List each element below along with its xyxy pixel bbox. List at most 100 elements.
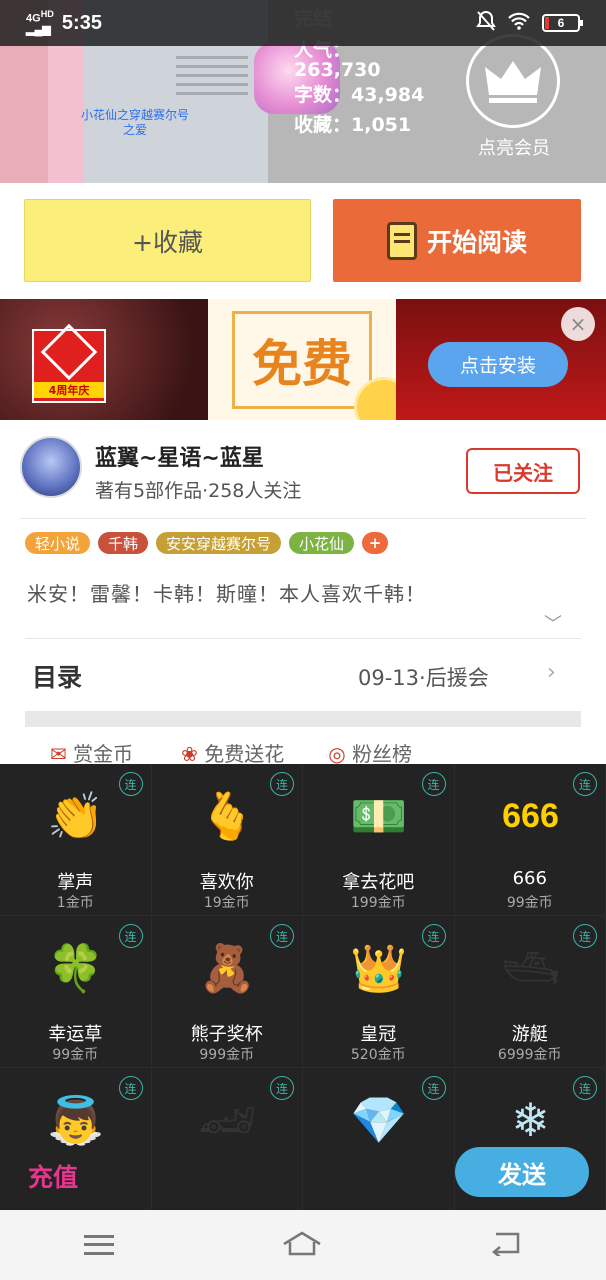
bear-trophy-icon: 🧸: [198, 940, 257, 995]
gift-item[interactable]: 连 💎: [303, 1068, 455, 1210]
gift-price: 520金币: [350, 1047, 406, 1063]
reward-label: 赏金币: [73, 742, 134, 766]
combo-badge: 连: [118, 924, 143, 948]
combo-badge: 连: [573, 1076, 597, 1100]
ad-install-button[interactable]: 点击安装: [428, 342, 568, 387]
author-stats: 著有5部作品·258人关注: [95, 480, 302, 502]
signal-icon: 4GHD ▂▄▆: [26, 9, 54, 36]
clover-icon: 🍀: [47, 940, 105, 995]
tag-seer-crossover[interactable]: 安安穿越赛尔号: [156, 532, 282, 554]
send-gift-button[interactable]: 发送: [455, 1147, 589, 1197]
applause-icon: 👏: [47, 788, 105, 843]
fans-rank-label: 粉丝榜: [352, 742, 413, 766]
popularity-value: 263,730: [294, 59, 381, 81]
vip-label: 点亮会员: [478, 138, 550, 159]
gift-name: 皇冠: [360, 1024, 397, 1045]
gift-item[interactable]: 连 🛥 游艇 6999金币: [454, 916, 606, 1068]
menu-icon[interactable]: [84, 1235, 114, 1255]
author-avatar[interactable]: [20, 436, 82, 498]
envelope-icon: ✉: [50, 742, 74, 766]
network-type: 4G: [26, 12, 41, 25]
gift-name: 熊子奖杯: [190, 1024, 263, 1045]
combo-badge: 连: [270, 1076, 294, 1100]
toc-title[interactable]: 目录: [32, 658, 82, 694]
section-separator: [25, 711, 581, 727]
gift-price: 19金币: [203, 895, 250, 911]
home-icon[interactable]: [282, 1230, 322, 1260]
gift-price: 6999金币: [497, 1047, 562, 1063]
ad-logo: 4周年庆: [32, 323, 106, 403]
cover-text-lines: [176, 56, 248, 101]
ad-logo-label: 4周年庆: [34, 382, 104, 398]
start-reading-button[interactable]: 开始阅读: [333, 199, 581, 282]
combo-badge: 连: [118, 1076, 143, 1100]
gift-price: 199金币: [350, 895, 406, 911]
divider: [20, 518, 586, 519]
add-tag-button[interactable]: +: [362, 532, 389, 554]
combo-badge: 连: [270, 772, 294, 796]
heart-hand-icon: 🫰: [198, 788, 257, 843]
gift-item[interactable]: 连 👏 掌声 1金币: [0, 764, 152, 916]
ad-center-panel: 免费: [208, 299, 414, 420]
tag-flower-fairy[interactable]: 小花仙: [289, 532, 355, 554]
network-sup: HD: [40, 9, 54, 20]
rank-icon: ◎: [328, 742, 353, 766]
mute-bell-icon: [476, 10, 496, 37]
gift-item[interactable]: 连 🏎: [152, 1068, 303, 1210]
gift-price: 1金币: [56, 895, 94, 911]
follow-button[interactable]: 已关注: [466, 448, 580, 494]
cupid-icon: 👼: [47, 1092, 105, 1147]
divider: [25, 638, 581, 639]
collect-button[interactable]: +收藏: [24, 199, 311, 282]
flower-label: 免费送花: [204, 742, 285, 766]
back-icon[interactable]: [490, 1230, 522, 1260]
gift-item[interactable]: 连 👑 皇冠 520金币: [303, 916, 455, 1068]
gift-panel: 连 👏 掌声 1金币 连 🫰 喜欢你 19金币 连 💵 拿去花吧 199金币 连 666 666 99金…: [0, 764, 606, 1210]
ad-banner[interactable]: 4周年庆 免费 点击安装: [0, 299, 606, 420]
system-nav-bar: [0, 1210, 606, 1280]
combo-badge: 连: [573, 924, 597, 948]
crown-icon: [466, 34, 560, 128]
chevron-right-icon[interactable]: ›: [547, 660, 556, 685]
favorite-count: 收藏：1,051: [294, 114, 412, 136]
action-row: +收藏 开始阅读: [0, 183, 606, 299]
gift-name: 幸运草: [48, 1024, 103, 1045]
book-icon: [386, 221, 417, 260]
vip-button[interactable]: 点亮会员: [466, 34, 562, 160]
tag-list: 轻小说 千韩 安安穿越赛尔号 小花仙 +: [25, 532, 389, 554]
tag-light-novel[interactable]: 轻小说: [25, 532, 91, 554]
snow-globe-icon: ❄: [511, 1093, 550, 1147]
toc-latest-chapter[interactable]: 09-13·后援会: [358, 662, 489, 692]
cover-title: 小花仙之穿越赛尔号之爱: [80, 108, 189, 137]
money-icon: 💵: [350, 788, 408, 843]
author-name[interactable]: 蓝翼~星语~蓝星: [95, 440, 264, 472]
gift-price: 99金币: [506, 895, 553, 911]
author-section: 蓝翼~星语~蓝星 著有5部作品·258人关注 已关注 轻小说 千韩 安安穿越赛尔…: [0, 420, 606, 766]
gift-item[interactable]: 连 🧸 熊子奖杯 999金币: [151, 916, 303, 1068]
gift-name: 666: [512, 868, 547, 889]
yacht-icon: 🛥: [501, 940, 560, 995]
book-intro: 米安！雷馨！卡韩！斯曈！本人喜欢千韩！: [27, 582, 426, 606]
flower-icon: ❀: [181, 742, 205, 766]
text-666-icon: 666: [502, 796, 559, 835]
ad-logo-mark-icon: [40, 323, 98, 381]
expand-chevron-icon[interactable]: ﹀: [544, 610, 562, 636]
gift-name: 掌声: [57, 872, 94, 893]
word-count: 字数：43,984: [294, 84, 425, 106]
gift-item[interactable]: 连 🍀 幸运草 99金币: [0, 916, 152, 1068]
gift-item[interactable]: 连 666 666 99金币: [454, 764, 606, 916]
recharge-button[interactable]: 充值: [28, 1158, 78, 1194]
combo-badge: 连: [421, 924, 446, 948]
tag-qianhan[interactable]: 千韩: [98, 532, 149, 554]
gift-item[interactable]: 连 💵 拿去花吧 199金币: [303, 764, 455, 916]
battery-level: 6: [557, 16, 565, 30]
combo-badge: 连: [421, 1076, 446, 1100]
ad-headline: 免费: [232, 311, 372, 409]
gift-name: 喜欢你: [199, 872, 254, 893]
ad-close-button[interactable]: ×: [561, 307, 595, 341]
gift-name: 游艇: [511, 1024, 548, 1045]
combo-badge: 连: [270, 924, 294, 948]
battery-icon: 6: [542, 14, 583, 32]
gift-item[interactable]: 连 🫰 喜欢你 19金币: [151, 764, 303, 916]
tiara-icon: 💎: [350, 1092, 408, 1147]
